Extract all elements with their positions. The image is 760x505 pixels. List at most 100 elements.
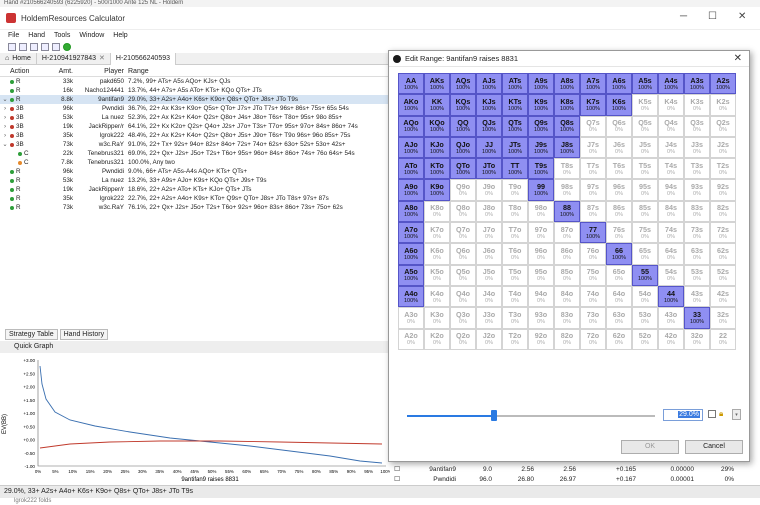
hand-cell-q2o[interactable]: Q2o 0% xyxy=(450,328,476,350)
hand-cell-k5o[interactable]: K5o 0% xyxy=(424,264,450,286)
hand-cell-aa[interactable]: AA 100% xyxy=(398,73,424,95)
hand-cell-52o[interactable]: 52o 0% xyxy=(632,328,658,350)
hand-cell-t3s[interactable]: T3s 0% xyxy=(684,158,710,180)
hand-cell-92s[interactable]: 92s 0% xyxy=(710,179,736,201)
hand-cell-k2s[interactable]: K2s 0% xyxy=(710,94,736,116)
hand-cell-98s[interactable]: 98s 0% xyxy=(554,179,580,201)
hand-cell-t7o[interactable]: T7o 0% xyxy=(502,222,528,244)
hand-cell-a3s[interactable]: A3s 100% xyxy=(684,73,710,95)
menu-hand[interactable]: Hand xyxy=(28,30,45,41)
tab-home[interactable]: ⌂ Home xyxy=(0,53,37,65)
expand-icon[interactable] xyxy=(0,149,10,158)
hand-cell-q6o[interactable]: Q6o 0% xyxy=(450,243,476,265)
hand-cell-j5s[interactable]: J5s 0% xyxy=(632,136,658,159)
hand-cell-87s[interactable]: 87s 0% xyxy=(580,200,606,223)
hand-cell-qjo[interactable]: QJo 100% xyxy=(450,136,476,159)
hand-cell-kjo[interactable]: KJo 100% xyxy=(424,136,450,159)
hand-cell-t6s[interactable]: T6s 0% xyxy=(606,158,632,180)
hand-cell-93s[interactable]: 93s 0% xyxy=(684,179,710,201)
hand-cell-jts[interactable]: JTs 100% xyxy=(502,136,528,159)
hand-cell-t3o[interactable]: T3o 0% xyxy=(502,307,528,329)
hand-cell-94s[interactable]: 94s 0% xyxy=(658,179,684,201)
hand-cell-97o[interactable]: 97o 0% xyxy=(528,222,554,244)
calculate-icon[interactable] xyxy=(63,42,71,51)
hand-cell-66[interactable]: 66 100% xyxy=(606,243,632,265)
expand-icon[interactable] xyxy=(0,185,10,194)
hand-cell-92o[interactable]: 92o 0% xyxy=(528,328,554,350)
hand-cell-33[interactable]: 33 100% xyxy=(684,307,710,329)
hand-cell-55[interactable]: 55 100% xyxy=(632,264,658,286)
tab-hand-1[interactable]: H-210941927843 ✕ xyxy=(37,53,111,65)
hand-cell-a2s[interactable]: A2s 100% xyxy=(710,73,736,95)
hand-cell-ajo[interactable]: AJo 100% xyxy=(398,136,424,159)
menu-tools[interactable]: Tools xyxy=(54,30,70,41)
hand-cell-53s[interactable]: 53s 0% xyxy=(684,264,710,286)
action-row[interactable]: ⌄ 3B 73k w3c.RaY 91.0%, 22+ Tx+ 92s+ 94o+ 82… xyxy=(0,140,390,149)
action-row[interactable]: R 33k pakd650 7.2%, 99+ ATs+ A5s AQo+ KJs+ … xyxy=(0,77,390,86)
slider-thumb[interactable] xyxy=(491,410,497,421)
hand-cell-qq[interactable]: QQ 100% xyxy=(450,115,476,137)
hand-cell-q8o[interactable]: Q8o 0% xyxy=(450,200,476,223)
hand-cell-a7s[interactable]: A7s 100% xyxy=(580,73,606,95)
hand-cell-k8o[interactable]: K8o 0% xyxy=(424,200,450,223)
hand-cell-t9o[interactable]: T9o 0% xyxy=(502,179,528,201)
tab-hand-2[interactable]: H-210566240593 xyxy=(110,53,177,65)
hand-cell-k4s[interactable]: K4s 0% xyxy=(658,94,684,116)
hand-cell-t6o[interactable]: T6o 0% xyxy=(502,243,528,265)
hand-cell-qts[interactable]: QTs 100% xyxy=(502,115,528,137)
expand-icon[interactable] xyxy=(0,167,10,176)
hand-cell-64s[interactable]: 64s 0% xyxy=(658,243,684,265)
hand-cell-j9o[interactable]: J9o 0% xyxy=(476,179,502,201)
hand-cell-75s[interactable]: 75s 0% xyxy=(632,222,658,244)
hand-cell-q6s[interactable]: Q6s 0% xyxy=(606,115,632,137)
hand-cell-77[interactable]: 77 100% xyxy=(580,222,606,244)
hand-cell-43o[interactable]: 43o 0% xyxy=(658,307,684,329)
hand-cell-jj[interactable]: JJ 100% xyxy=(476,136,502,159)
action-row[interactable]: R 16k Nacho124441 13.7%, 44+ A7s+ A5s ATo+ … xyxy=(0,86,390,95)
hand-cell-73s[interactable]: 73s 0% xyxy=(684,222,710,244)
hand-cell-85o[interactable]: 85o 0% xyxy=(554,264,580,286)
action-row[interactable]: › 3B 53k La nuez 52.3%, 22+ Ax K2s+ K4o+ Q2s… xyxy=(0,113,390,122)
action-row[interactable]: › 3B 96k Pwndidi 36.7%, 22+ Ax K3s+ K9o+ Q5s… xyxy=(0,104,390,113)
col-action[interactable]: Action xyxy=(10,66,48,76)
hand-cell-32s[interactable]: 32s 0% xyxy=(710,307,736,329)
minimize-icon[interactable]: ─ xyxy=(680,11,687,22)
hand-cell-jto[interactable]: JTo 100% xyxy=(476,158,502,180)
hand-cell-85s[interactable]: 85s 0% xyxy=(632,200,658,223)
hand-cell-j3s[interactable]: J3s 0% xyxy=(684,136,710,159)
hand-cell-22[interactable]: 22 0% xyxy=(710,328,736,350)
hand-cell-65s[interactable]: 65s 0% xyxy=(632,243,658,265)
hand-cell-94o[interactable]: 94o 0% xyxy=(528,285,554,308)
hand-cell-kk[interactable]: KK 100% xyxy=(424,94,450,116)
hand-cell-76o[interactable]: 76o 0% xyxy=(580,243,606,265)
ok-button[interactable]: OK xyxy=(621,440,679,454)
hand-cell-qto[interactable]: QTo 100% xyxy=(450,158,476,180)
hand-cell-63s[interactable]: 63s 0% xyxy=(684,243,710,265)
hand-cell-q5s[interactable]: Q5s 0% xyxy=(632,115,658,137)
hand-cell-j4o[interactable]: J4o 0% xyxy=(476,285,502,308)
range-slider[interactable] xyxy=(407,410,655,421)
hand-cell-k5s[interactable]: K5s 0% xyxy=(632,94,658,116)
hand-cell-95o[interactable]: 95o 0% xyxy=(528,264,554,286)
hand-cell-a7o[interactable]: A7o 100% xyxy=(398,222,424,244)
hand-cell-k9s[interactable]: K9s 100% xyxy=(528,94,554,116)
hand-cell-t5o[interactable]: T5o 0% xyxy=(502,264,528,286)
action-row[interactable]: C 7.8k Tenebrus321 100.0%, Any two xyxy=(0,158,390,167)
hand-cell-t8o[interactable]: T8o 0% xyxy=(502,200,528,223)
action-row[interactable]: R 35k lgrok222 22.7%, 22+ A2s+ A4o+ K9s+ KT… xyxy=(0,194,390,203)
hand-cell-a4o[interactable]: A4o 100% xyxy=(398,285,424,308)
hand-cell-k3s[interactable]: K3s 0% xyxy=(684,94,710,116)
hand-cell-kqs[interactable]: KQs 100% xyxy=(450,94,476,116)
hand-cell-a3o[interactable]: A3o 0% xyxy=(398,307,424,329)
action-row[interactable]: R 96k Pwndidi 9.0%, 66+ ATs+ A5s-A4s AQo+ K… xyxy=(0,167,390,176)
hand-cell-42o[interactable]: 42o 0% xyxy=(658,328,684,350)
hand-cell-a9s[interactable]: A9s 100% xyxy=(528,73,554,95)
hand-cell-62o[interactable]: 62o 0% xyxy=(606,328,632,350)
col-player[interactable]: Player xyxy=(76,66,128,76)
hand-cell-a9o[interactable]: A9o 100% xyxy=(398,179,424,201)
hand-cell-t5s[interactable]: T5s 0% xyxy=(632,158,658,180)
hand-cell-82o[interactable]: 82o 0% xyxy=(554,328,580,350)
hand-cell-83o[interactable]: 83o 0% xyxy=(554,307,580,329)
expand-icon[interactable] xyxy=(0,194,10,203)
hand-cell-42s[interactable]: 42s 0% xyxy=(710,285,736,308)
